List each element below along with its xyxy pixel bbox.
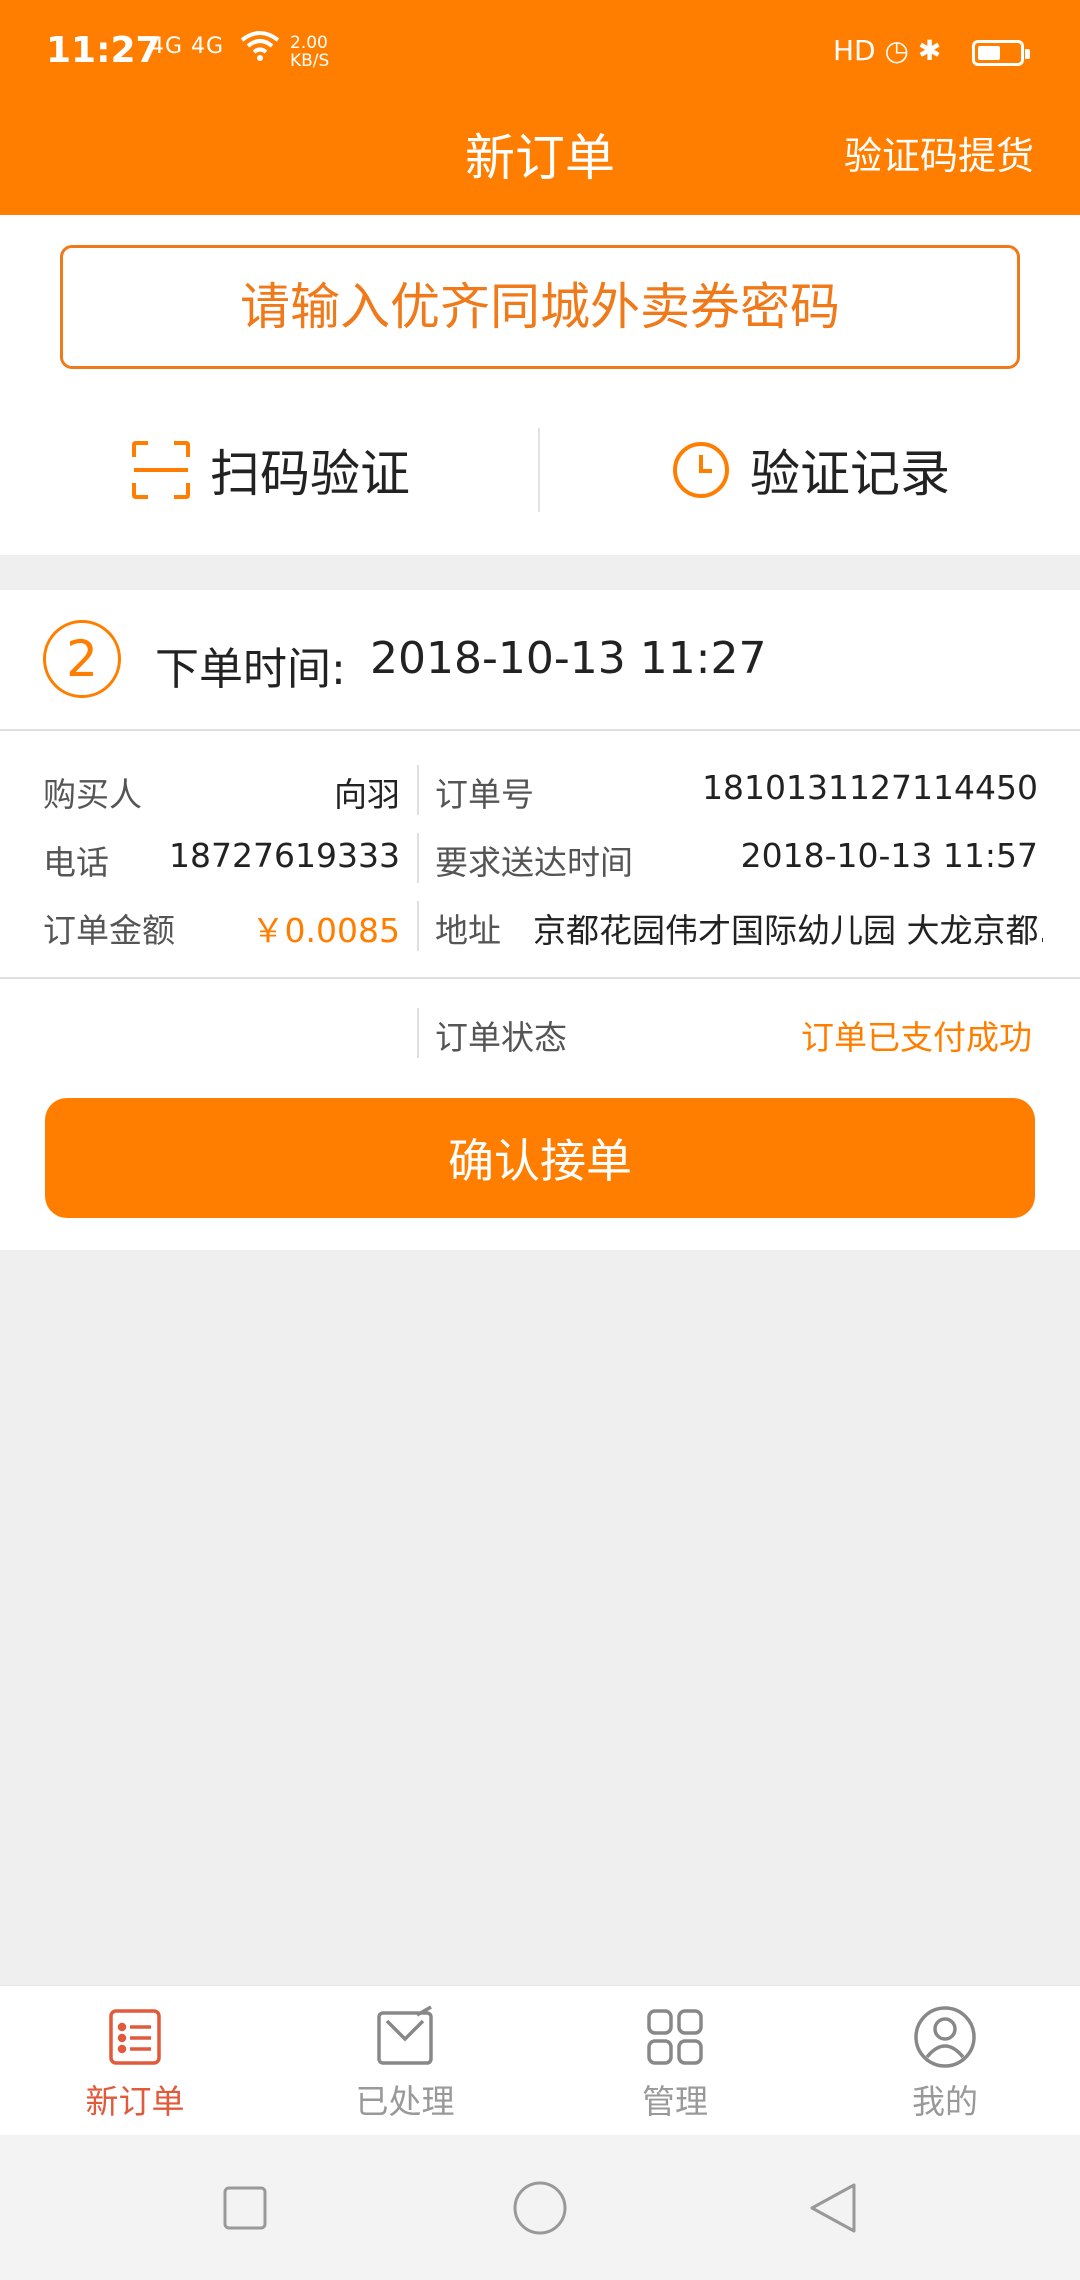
phone-label: 电话 bbox=[43, 843, 109, 882]
order-time-label: 下单时间: bbox=[155, 644, 346, 695]
nav-mine[interactable]: 我的 bbox=[810, 1995, 1080, 2125]
back-icon[interactable] bbox=[808, 2182, 858, 2238]
list-icon bbox=[103, 2005, 167, 2069]
confirm-order-button[interactable]: 确认接单 bbox=[45, 1098, 1035, 1218]
order-status-value: 订单已支付成功 bbox=[801, 1018, 1032, 1057]
column-separator bbox=[417, 765, 419, 815]
amount-value: ￥0.0085 bbox=[251, 911, 400, 950]
order-index-badge: 2 bbox=[43, 620, 121, 698]
battery-icon bbox=[972, 40, 1030, 66]
nav-new-orders[interactable]: 新订单 bbox=[0, 1995, 270, 2125]
phone-value[interactable]: 18727619333 bbox=[169, 836, 400, 875]
order-status-label: 订单状态 bbox=[435, 1018, 567, 1057]
scan-icon bbox=[132, 441, 190, 499]
amount-label: 订单金额 bbox=[43, 911, 175, 950]
user-icon bbox=[913, 2005, 977, 2069]
divider bbox=[0, 977, 1080, 979]
order-no-value: 1810131127114450 bbox=[702, 768, 1038, 807]
deliver-time-value: 2018-10-13 11:57 bbox=[740, 836, 1038, 875]
address-value: 京都花园伟才国际幼儿园 大龙京都... bbox=[533, 911, 1043, 950]
buyer-label: 购买人 bbox=[43, 775, 142, 814]
column-separator bbox=[417, 833, 419, 883]
grid-icon bbox=[643, 2005, 707, 2069]
verify-record-label: 验证记录 bbox=[750, 445, 950, 503]
clock-icon bbox=[672, 441, 730, 499]
wifi-icon bbox=[240, 30, 280, 66]
recent-apps-icon[interactable] bbox=[222, 2185, 268, 2235]
divider bbox=[0, 729, 1080, 731]
order-no-label: 订单号 bbox=[435, 775, 534, 814]
status-icons: HD ◷ ✱ bbox=[833, 34, 942, 67]
nav-label: 我的 bbox=[912, 2082, 978, 2121]
address-label: 地址 bbox=[435, 911, 501, 950]
nav-label: 已处理 bbox=[355, 2082, 455, 2121]
column-separator bbox=[417, 1008, 419, 1058]
nav-label: 新订单 bbox=[85, 2082, 185, 2121]
action-divider bbox=[538, 428, 540, 512]
buyer-value: 向羽 bbox=[334, 775, 400, 814]
scan-verify-button[interactable]: 扫码验证 bbox=[132, 430, 410, 510]
home-icon[interactable] bbox=[512, 2180, 568, 2240]
coupon-code-input[interactable] bbox=[60, 245, 1020, 369]
order-time-value: 2018-10-13 11:27 bbox=[370, 633, 767, 684]
status-time: 11:27 bbox=[46, 30, 161, 71]
processed-icon bbox=[373, 2005, 437, 2069]
deliver-time-label: 要求送达时间 bbox=[435, 843, 633, 882]
verify-record-button[interactable]: 验证记录 bbox=[672, 430, 950, 510]
nav-label: 管理 bbox=[642, 2082, 708, 2121]
network-speed: 2.00 KB/S bbox=[290, 33, 330, 71]
network-indicator: 4G 4G bbox=[150, 34, 225, 59]
nav-manage[interactable]: 管理 bbox=[540, 1995, 810, 2125]
verify-code-pickup-button[interactable]: 验证码提货 bbox=[844, 125, 1034, 180]
nav-processed[interactable]: 已处理 bbox=[270, 1995, 540, 2125]
column-separator bbox=[417, 901, 419, 951]
scan-verify-label: 扫码验证 bbox=[210, 445, 410, 503]
